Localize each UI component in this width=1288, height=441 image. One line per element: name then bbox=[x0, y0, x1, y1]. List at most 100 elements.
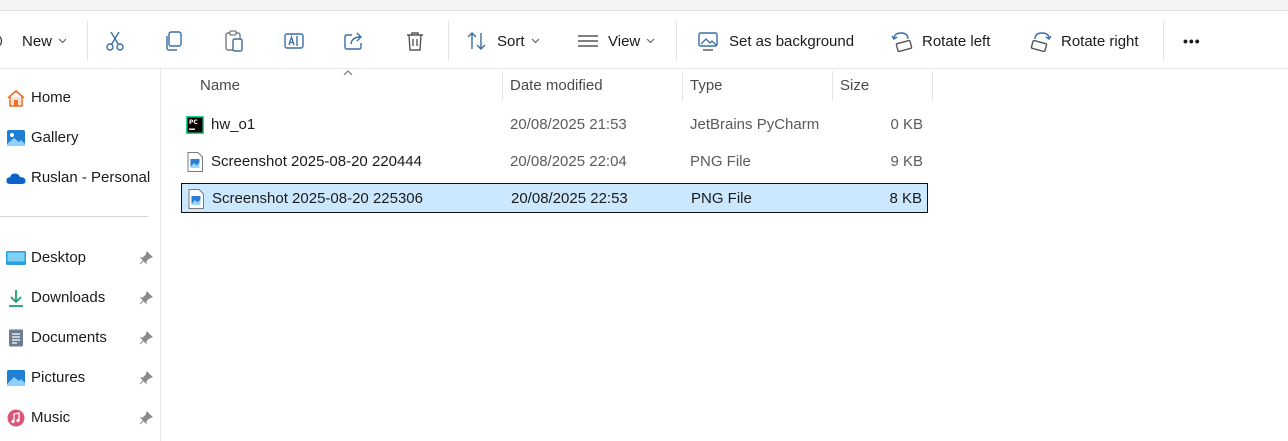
column-header-name[interactable]: Name bbox=[200, 69, 502, 101]
toolbar-divider bbox=[448, 21, 449, 61]
file-date-modified: 20/08/2025 22:53 bbox=[511, 190, 628, 207]
sort-button[interactable]: Sort bbox=[466, 25, 540, 57]
file-type: JetBrains PyCharm bbox=[690, 116, 820, 133]
sidebar-item-label: Ruslan - Personal bbox=[31, 169, 151, 186]
documents-icon bbox=[9, 329, 23, 347]
sidebar-item-music[interactable]: Music bbox=[0, 401, 160, 433]
file-type: PNG File bbox=[690, 153, 751, 170]
home-icon bbox=[7, 89, 25, 107]
set-background-icon bbox=[698, 32, 718, 51]
file-name: hw_o1 bbox=[211, 116, 256, 133]
sidebar-item-downloads[interactable]: Downloads bbox=[0, 281, 160, 313]
sidebar-divider bbox=[0, 216, 148, 217]
sort-label: Sort bbox=[497, 32, 525, 50]
trash-icon bbox=[407, 32, 423, 51]
chevron-down-icon bbox=[646, 38, 655, 44]
new-button[interactable]: New bbox=[0, 25, 67, 57]
pin-icon[interactable] bbox=[139, 411, 153, 425]
svg-text:PC: PC bbox=[189, 119, 198, 126]
png-file-icon bbox=[188, 189, 204, 209]
cut-button[interactable] bbox=[104, 25, 126, 57]
desktop-icon bbox=[6, 251, 26, 265]
rotate-left-label: Rotate left bbox=[922, 32, 991, 50]
file-size: 0 KB bbox=[890, 116, 923, 133]
column-header-label: Name bbox=[200, 76, 241, 94]
file-date-modified: 20/08/2025 21:53 bbox=[510, 116, 627, 133]
more-options-button[interactable]: ••• bbox=[1183, 25, 1201, 57]
rename-button[interactable] bbox=[283, 25, 305, 57]
pycharm-file-icon: PC bbox=[186, 116, 204, 134]
new-icon bbox=[0, 35, 3, 47]
pin-icon[interactable] bbox=[139, 251, 153, 265]
sidebar-item-label: Gallery bbox=[31, 129, 79, 146]
set-as-background-label: Set as background bbox=[729, 32, 855, 50]
column-divider[interactable] bbox=[832, 71, 833, 101]
share-icon bbox=[344, 32, 362, 50]
title-bar-strip bbox=[0, 0, 1288, 11]
chevron-down-icon bbox=[58, 38, 67, 44]
toolbar-divider bbox=[1163, 21, 1164, 61]
column-divider[interactable] bbox=[502, 71, 503, 101]
rotate-right-label: Rotate right bbox=[1061, 32, 1139, 50]
pin-icon[interactable] bbox=[139, 371, 153, 385]
sidebar-item-desktop[interactable]: Desktop bbox=[0, 241, 160, 273]
column-header-label: Type bbox=[690, 76, 723, 94]
rotate-right-button[interactable]: Rotate right bbox=[1030, 25, 1139, 57]
paste-button[interactable] bbox=[223, 25, 245, 57]
file-size: 8 KB bbox=[889, 190, 922, 207]
rotate-right-icon bbox=[1030, 32, 1052, 52]
file-type: PNG File bbox=[691, 190, 752, 207]
file-name: Screenshot 2025-08-20 220444 bbox=[211, 153, 422, 170]
toolbar-divider bbox=[676, 21, 677, 61]
column-divider[interactable] bbox=[932, 71, 933, 101]
rename-icon bbox=[284, 33, 304, 49]
delete-button[interactable] bbox=[404, 25, 426, 57]
column-divider[interactable] bbox=[682, 71, 683, 101]
command-bar: New Sort View Set as background Rotate l… bbox=[0, 11, 1288, 69]
sidebar-item-onedrive[interactable]: Ruslan - Personal bbox=[0, 161, 160, 193]
sidebar-item-label: Documents bbox=[31, 329, 107, 346]
onedrive-icon bbox=[6, 173, 26, 184]
column-header-size[interactable]: Size bbox=[840, 69, 932, 101]
sidebar-item-home[interactable]: Home bbox=[0, 81, 160, 113]
sidebar-item-documents[interactable]: Documents bbox=[0, 321, 160, 353]
new-label: New bbox=[22, 32, 53, 50]
set-as-background-button[interactable]: Set as background bbox=[697, 25, 854, 57]
sidebar-item-pictures[interactable]: Pictures bbox=[0, 361, 160, 393]
view-button[interactable]: View bbox=[577, 25, 655, 57]
file-list: Name Date modified Type Size PC hw_o1 20… bbox=[161, 69, 1288, 441]
view-label: View bbox=[608, 32, 641, 50]
rotate-left-button[interactable]: Rotate left bbox=[891, 25, 990, 57]
gallery-icon bbox=[7, 130, 25, 146]
file-name: Screenshot 2025-08-20 225306 bbox=[212, 190, 423, 207]
table-row-selected[interactable]: Screenshot 2025-08-20 225306 20/08/2025 … bbox=[181, 183, 928, 213]
copy-button[interactable] bbox=[163, 25, 185, 57]
sidebar-item-label: Desktop bbox=[31, 249, 87, 266]
sidebar-item-label: Downloads bbox=[31, 289, 106, 306]
pin-icon[interactable] bbox=[139, 291, 153, 305]
column-header-type[interactable]: Type bbox=[690, 69, 832, 101]
sort-icon bbox=[467, 32, 486, 50]
paste-icon bbox=[225, 30, 243, 52]
pin-icon[interactable] bbox=[139, 331, 153, 345]
sidebar-item-label: Music bbox=[31, 409, 71, 426]
chevron-down-icon bbox=[531, 38, 539, 44]
view-list-icon bbox=[578, 35, 598, 47]
copy-icon bbox=[166, 31, 182, 51]
column-header-date-modified[interactable]: Date modified bbox=[510, 69, 682, 101]
png-file-icon bbox=[187, 152, 203, 172]
file-size: 9 KB bbox=[890, 153, 923, 170]
column-header-label: Date modified bbox=[510, 76, 603, 94]
toolbar-divider bbox=[87, 21, 88, 61]
table-row[interactable]: PC hw_o1 20/08/2025 21:53 JetBrains PyCh… bbox=[181, 110, 928, 140]
share-button[interactable] bbox=[343, 25, 365, 57]
navigation-pane: Home Gallery Ruslan - Personal Desktop D… bbox=[0, 69, 161, 441]
sidebar-item-label: Pictures bbox=[31, 369, 86, 386]
sidebar-item-label: Home bbox=[31, 89, 72, 106]
downloads-icon bbox=[9, 290, 23, 307]
more-icon: ••• bbox=[1183, 33, 1201, 49]
pictures-icon bbox=[7, 370, 25, 386]
music-icon bbox=[7, 409, 25, 427]
table-row[interactable]: Screenshot 2025-08-20 220444 20/08/2025 … bbox=[181, 147, 928, 177]
sidebar-item-gallery[interactable]: Gallery bbox=[0, 121, 160, 153]
